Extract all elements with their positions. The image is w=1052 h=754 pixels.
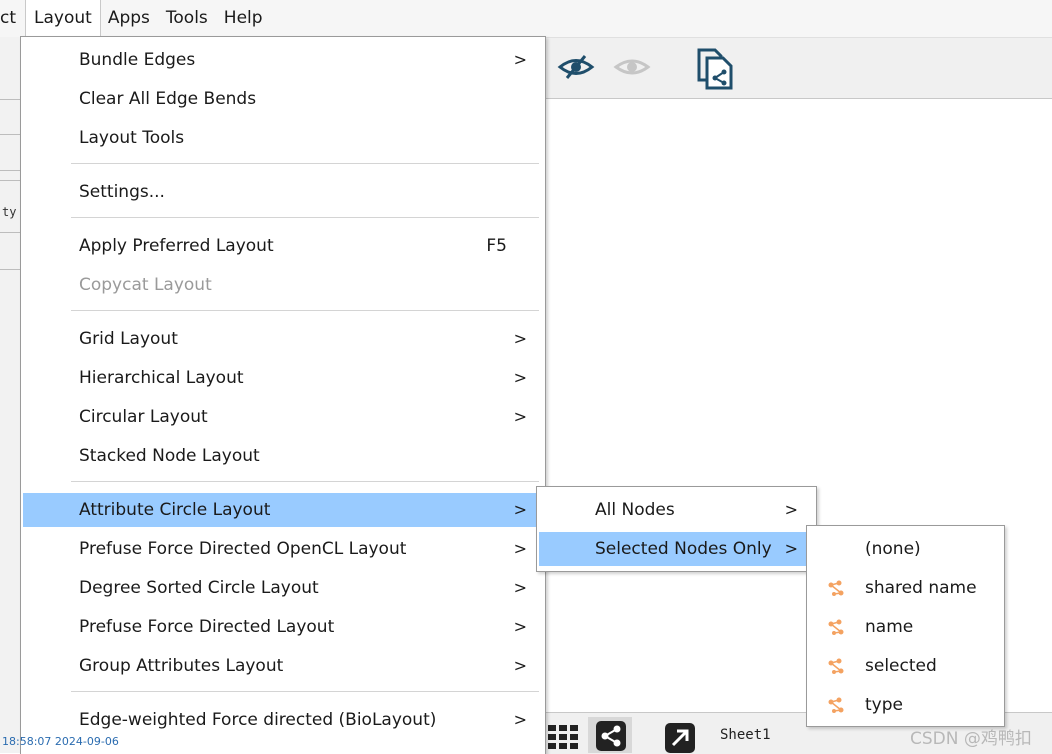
node-attribute-icon <box>828 697 844 713</box>
attribute-choice-item-name[interactable]: name <box>807 610 1002 644</box>
timestamp: 18:58:07 2024-09-06 <box>2 735 119 748</box>
layout-menu-item-group-attributes-layout[interactable]: Group Attributes Layout > <box>23 649 541 683</box>
chevron-right-icon: > <box>513 539 527 558</box>
layout-menu-item-bundle-edges[interactable]: Bundle Edges > <box>23 43 541 77</box>
share-icon <box>596 721 626 751</box>
attribute-submenu-item-all-nodes[interactable]: All Nodes > <box>539 493 812 527</box>
chevron-right-icon: > <box>513 329 527 348</box>
menubar-item-apps[interactable]: Apps <box>100 0 158 37</box>
menu-item-label: type <box>865 695 903 715</box>
table-grid-icon[interactable] <box>548 725 580 751</box>
network-document-icon[interactable] <box>695 46 735 90</box>
layout-menu-item-attribute-circle-layout[interactable]: Attribute Circle Layout > <box>23 493 541 527</box>
chevron-right-icon: > <box>513 407 527 426</box>
menu-item-label: selected <box>865 656 937 676</box>
menu-separator <box>71 217 539 218</box>
chevron-right-icon: > <box>513 710 527 729</box>
menu-item-label: Hierarchical Layout <box>79 368 244 388</box>
menubar-item-tools[interactable]: Tools <box>158 0 216 37</box>
hide-eye-icon[interactable] <box>557 52 595 82</box>
attribute-circle-submenu: All Nodes > Selected Nodes Only > <box>536 486 817 572</box>
menu-item-label: Prefuse Force Directed OpenCL Layout <box>79 539 407 559</box>
layout-menu-item-prefuse-force-directed-opencl-layout[interactable]: Prefuse Force Directed OpenCL Layout > <box>23 532 541 566</box>
share-button[interactable] <box>588 717 632 753</box>
menu-item-label: name <box>865 617 914 637</box>
network-toolbar <box>545 38 1052 99</box>
node-attribute-icon <box>828 580 844 596</box>
menu-item-label: Clear All Edge Bends <box>79 89 257 109</box>
watermark: CSDN @鸡鸭扣 <box>910 729 1032 749</box>
chevron-right-icon: > <box>513 50 527 69</box>
layout-menu-item-clear-all-edge-bends[interactable]: Clear All Edge Bends <box>23 82 541 116</box>
menu-item-label: Prefuse Force Directed Layout <box>79 617 335 637</box>
layout-menu-item-copycat-layout: Copycat Layout <box>23 268 541 302</box>
node-attribute-icon <box>828 658 844 674</box>
menu-item-label: Layout Tools <box>79 128 185 148</box>
attribute-choice-item-shared-name[interactable]: shared name <box>807 571 1002 605</box>
chevron-right-icon: > <box>513 656 527 675</box>
menu-item-label: Selected Nodes Only <box>595 539 772 559</box>
menu-item-label: Edge-weighted Force directed (BioLayout) <box>79 710 437 730</box>
layout-menu-item-apply-preferred-layout[interactable]: Apply Preferred Layout F5 <box>23 229 541 263</box>
shortcut-label: F5 <box>486 236 507 256</box>
attribute-choice-item-none[interactable]: (none) <box>807 532 1002 566</box>
attribute-choice-submenu: (none) shared name name selected type <box>806 525 1005 727</box>
layout-menu-item-stacked-node-layout[interactable]: Stacked Node Layout <box>23 439 541 473</box>
menu-item-label: Grid Layout <box>79 329 178 349</box>
sheet-tab[interactable]: Sheet1 <box>720 727 771 743</box>
layout-menu-item-prefuse-force-directed-layout[interactable]: Prefuse Force Directed Layout > <box>23 610 541 644</box>
chevron-right-icon: > <box>784 500 798 519</box>
menu-item-label: Group Attributes Layout <box>79 656 284 676</box>
menu-item-label: Stacked Node Layout <box>79 446 260 466</box>
layout-menu-item-hierarchical-layout[interactable]: Hierarchical Layout > <box>23 361 541 395</box>
menu-item-label: shared name <box>865 578 977 598</box>
attribute-choice-item-selected[interactable]: selected <box>807 649 1002 683</box>
chevron-right-icon: > <box>513 368 527 387</box>
menu-item-label: (none) <box>865 539 921 559</box>
show-eye-icon[interactable] <box>613 54 651 80</box>
menu-item-label: Degree Sorted Circle Layout <box>79 578 319 598</box>
menu-item-label: Bundle Edges <box>79 50 196 70</box>
layout-menu: Bundle Edges > Clear All Edge Bends Layout … <box>20 36 546 754</box>
layout-menu-item-edge-weighted-force-directed-biolayout[interactable]: Edge-weighted Force directed (BioLayout)… <box>23 703 541 737</box>
chevron-right-icon: > <box>784 539 798 558</box>
layout-menu-item-circular-layout[interactable]: Circular Layout > <box>23 400 541 434</box>
layout-menu-item-grid-layout[interactable]: Grid Layout > <box>23 322 541 356</box>
menu-bar: ct Layout Apps Tools Help <box>0 0 1052 38</box>
attribute-submenu-item-selected-nodes-only[interactable]: Selected Nodes Only > <box>539 532 812 566</box>
layout-menu-item-degree-sorted-circle-layout[interactable]: Degree Sorted Circle Layout > <box>23 571 541 605</box>
menubar-item-help[interactable]: Help <box>216 0 271 37</box>
menu-item-label: All Nodes <box>595 500 675 520</box>
layout-menu-item-layout-tools[interactable]: Layout Tools <box>23 121 541 155</box>
menu-separator <box>71 481 539 482</box>
menu-separator <box>71 163 539 164</box>
chevron-right-icon: > <box>513 578 527 597</box>
node-attribute-icon <box>828 619 844 635</box>
layout-menu-item-settings[interactable]: Settings... <box>23 175 541 209</box>
menu-separator <box>71 691 539 692</box>
menu-item-label: Attribute Circle Layout <box>79 500 271 520</box>
menubar-item-layout[interactable]: Layout <box>25 0 101 38</box>
menu-item-label: Settings... <box>79 182 165 202</box>
chevron-right-icon: > <box>513 617 527 636</box>
menubar-item-select[interactable]: ct <box>0 0 26 37</box>
menu-item-label: Copycat Layout <box>79 275 212 295</box>
menu-item-label: Apply Preferred Layout <box>79 236 274 256</box>
left-panel-text-fragment: ty <box>2 205 17 219</box>
menu-item-label: Circular Layout <box>79 407 208 427</box>
attribute-choice-item-type[interactable]: type <box>807 688 1002 722</box>
chevron-right-icon: > <box>513 500 527 519</box>
menu-separator <box>71 310 539 311</box>
detach-arrow-icon[interactable] <box>665 723 695 753</box>
